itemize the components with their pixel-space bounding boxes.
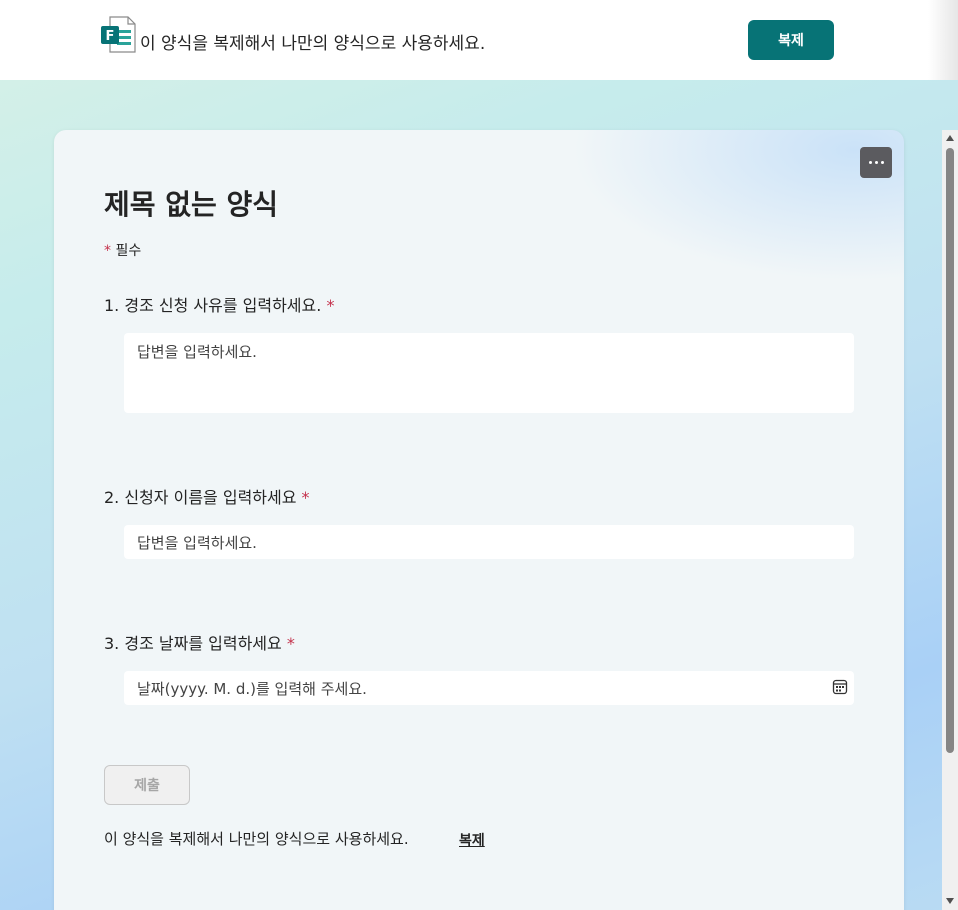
banner-edge-shadow — [928, 0, 958, 80]
answer-1-placeholder: 답변을 입력하세요. — [137, 343, 257, 361]
question-2: 2. 신청자 이름을 입력하세요 * — [104, 484, 310, 508]
scroll-up-arrow-icon[interactable] — [944, 132, 956, 144]
required-star: * — [326, 296, 335, 315]
question-2-label: 2. 신청자 이름을 입력하세요 — [104, 488, 297, 507]
calendar-icon[interactable] — [832, 679, 848, 695]
more-dot-icon — [868, 161, 872, 164]
more-dot-icon — [874, 161, 878, 164]
more-options-button[interactable] — [860, 147, 892, 178]
question-3: 3. 경조 날짜를 입력하세요 * — [104, 630, 295, 654]
svg-text:F: F — [106, 29, 115, 44]
answer-2-placeholder: 답변을 입력하세요. — [137, 533, 257, 552]
answer-3-placeholder: 날짜(yyyy. M. d.)를 입력해 주세요. — [137, 679, 367, 698]
required-label: 필수 — [115, 243, 142, 259]
required-star: * — [301, 488, 310, 507]
answer-1-textarea[interactable]: 답변을 입력하세요. — [124, 333, 854, 413]
form-title: 제목 없는 양식 — [104, 188, 279, 221]
duplicate-button[interactable]: 복제 — [748, 20, 834, 60]
required-star: * — [286, 634, 295, 653]
answer-2-input[interactable]: 답변을 입력하세요. — [124, 525, 854, 559]
scroll-down-arrow-icon[interactable] — [944, 895, 956, 907]
banner-text: 이 양식을 복제해서 나만의 양식으로 사용하세요. — [140, 34, 486, 54]
submit-button[interactable]: 제출 — [104, 765, 190, 805]
microsoft-forms-logo-icon: F — [101, 16, 136, 53]
required-note: * 필수 — [104, 240, 141, 260]
footer-text: 이 양식을 복제해서 나만의 양식으로 사용하세요. — [104, 830, 409, 848]
question-3-label: 3. 경조 날짜를 입력하세요 — [104, 634, 282, 653]
question-1: 1. 경조 신청 사유를 입력하세요. * — [104, 292, 334, 316]
footer-duplicate-link[interactable]: 복제 — [459, 830, 485, 850]
top-banner: F 이 양식을 복제해서 나만의 양식으로 사용하세요. 복제 — [0, 0, 958, 80]
more-dot-icon — [880, 161, 884, 164]
scrollbar-thumb[interactable] — [946, 148, 954, 753]
answer-3-date-input[interactable]: 날짜(yyyy. M. d.)를 입력해 주세요. — [124, 671, 854, 705]
question-1-label: 1. 경조 신청 사유를 입력하세요. — [104, 296, 322, 315]
required-star: * — [104, 243, 111, 259]
